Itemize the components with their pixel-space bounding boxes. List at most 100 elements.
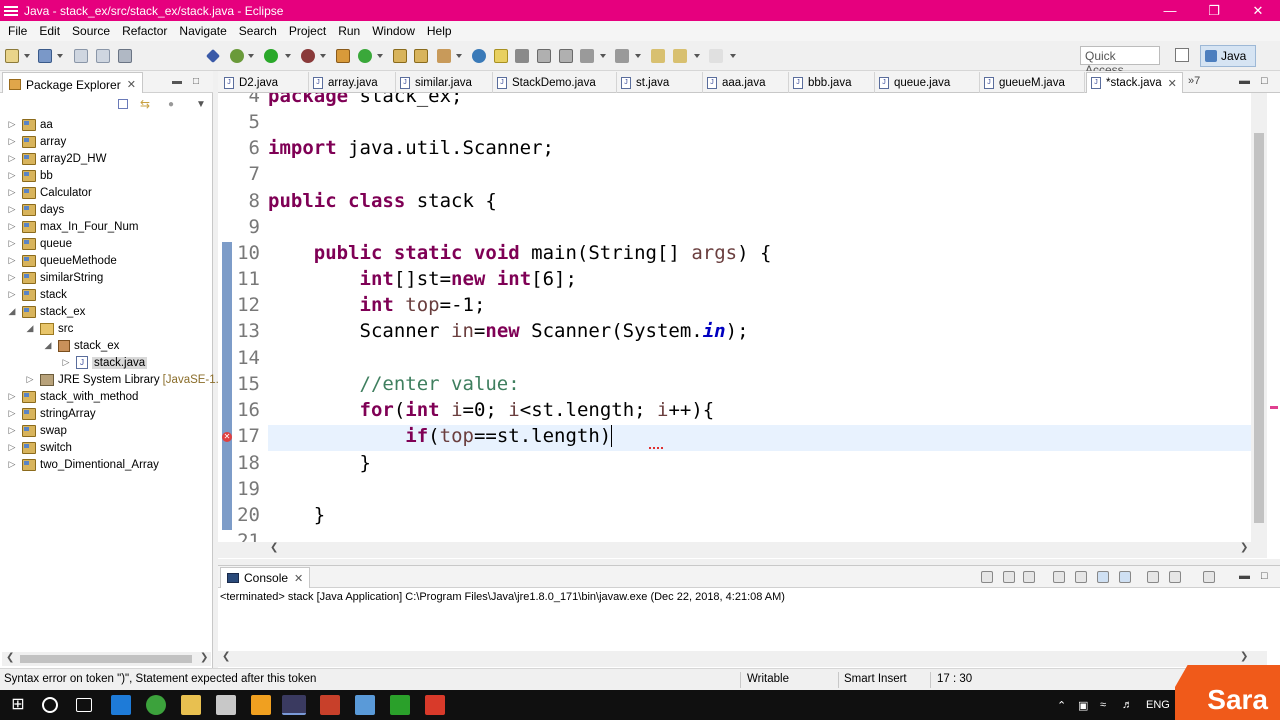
tree-item[interactable]: ▷ stack — [6, 286, 67, 303]
tree-item[interactable]: ▷ switch — [6, 439, 72, 456]
tree-item[interactable]: ◢ stack_ex — [6, 303, 85, 320]
tab-array-java[interactable]: Jarray.java — [309, 72, 396, 93]
tree-item[interactable]: ◢ stack_ex — [42, 337, 119, 354]
scroll-thumb[interactable] — [20, 655, 192, 663]
toggle-block-icon[interactable] — [515, 49, 529, 63]
media-player-icon[interactable] — [251, 695, 271, 715]
tab-stackdemo-java[interactable]: J StackDemo.java — [493, 72, 617, 93]
tab-bbb-java[interactable]: Jbbb.java — [789, 72, 875, 93]
menu-source[interactable]: Source — [66, 24, 116, 38]
menu-navigate[interactable]: Navigate — [173, 24, 232, 38]
tree-item[interactable]: ▷ two_Dimentional_Array — [6, 456, 159, 473]
store-icon[interactable] — [216, 695, 236, 715]
recorder-icon[interactable] — [425, 695, 445, 715]
external-tools-dropdown-icon[interactable] — [320, 54, 326, 58]
tab-queue-java[interactable]: Jqueue.java — [875, 72, 980, 93]
task-view-icon[interactable] — [76, 698, 92, 712]
tab-gueuem-java[interactable]: JgueueM.java — [980, 72, 1085, 93]
filter-icon[interactable]: ● — [168, 99, 178, 110]
open-type-icon[interactable] — [393, 49, 407, 63]
save-all-icon[interactable] — [74, 49, 88, 63]
menu-run[interactable]: Run — [332, 24, 366, 38]
scroll-right-icon[interactable]: ❯ — [1240, 651, 1248, 662]
display-console-icon[interactable] — [1169, 571, 1181, 583]
previous-annotation-icon[interactable] — [615, 49, 629, 63]
file-explorer-icon[interactable] — [181, 695, 201, 715]
view-menu-icon[interactable]: ▼ — [196, 99, 206, 110]
save-dropdown-icon[interactable] — [57, 54, 63, 58]
scroll-right-icon[interactable]: ❯ — [1240, 542, 1248, 553]
scroll-thumb[interactable] — [1254, 133, 1264, 523]
link-with-editor-icon[interactable]: ⇆ — [140, 97, 150, 111]
last-edit-icon[interactable] — [651, 49, 665, 63]
collapse-all-icon[interactable] — [118, 99, 128, 109]
tree-item[interactable]: ▷ queueMethode — [6, 252, 117, 269]
new-dropdown-icon[interactable] — [24, 54, 30, 58]
code-area[interactable]: ✕ 4 5 6 7 8 9 10 11 12 13 14 15 16 17 18… — [218, 93, 1251, 542]
word-wrap-icon[interactable] — [1097, 571, 1109, 583]
menu-edit[interactable]: Edit — [33, 24, 66, 38]
menu-window[interactable]: Window — [366, 24, 421, 38]
powerpoint-icon[interactable] — [320, 695, 340, 715]
forward-dropdown-icon[interactable] — [730, 54, 736, 58]
close-icon[interactable]: ✕ — [127, 78, 136, 91]
open-task-icon[interactable] — [414, 49, 428, 63]
pin-console-icon[interactable] — [1147, 571, 1159, 583]
tree-item[interactable]: ▷ Calculator — [6, 184, 92, 201]
show-on-output-icon[interactable] — [1119, 571, 1131, 583]
tree-item[interactable]: ▷ stringArray — [6, 405, 96, 422]
back-dropdown-icon[interactable] — [694, 54, 700, 58]
clear-console-icon[interactable] — [1053, 571, 1065, 583]
tree-item[interactable]: ▷ aa — [6, 116, 53, 133]
tree-item[interactable]: ▷ queue — [6, 235, 72, 252]
new-java-project-icon[interactable] — [336, 49, 350, 63]
tree-item[interactable]: ▷ JRE System Library [JavaSE-1.8 — [24, 371, 225, 388]
app-icon[interactable] — [355, 695, 375, 715]
tab-similar-java[interactable]: Jsimilar.java — [396, 72, 493, 93]
debug-icon[interactable] — [230, 49, 244, 63]
java-perspective-button[interactable]: Java — [1200, 45, 1256, 67]
tab-stack-java-active[interactable]: J *stack.java ✕ — [1086, 72, 1183, 93]
quick-fix-icon[interactable] — [472, 49, 486, 63]
show-hidden-icons[interactable]: ⌃ — [1057, 699, 1066, 712]
editor-vscroll[interactable] — [1251, 93, 1267, 542]
tree-item[interactable]: ▷ array2D_HW — [6, 150, 106, 167]
cortana-icon[interactable] — [42, 697, 58, 713]
scroll-lock-icon[interactable] — [1075, 571, 1087, 583]
next-annotation-icon[interactable] — [580, 49, 594, 63]
tree-item[interactable]: ◢ src — [24, 320, 73, 337]
remove-all-terminated-icon[interactable] — [1023, 571, 1035, 583]
package-explorer-hscroll[interactable]: ❮ ❯ — [2, 652, 211, 666]
scroll-right-icon[interactable]: ❯ — [200, 652, 208, 663]
save-icon[interactable] — [38, 49, 52, 63]
search-icon[interactable] — [437, 49, 451, 63]
eclipse-menu-icon[interactable] — [4, 5, 18, 16]
show-whitespace-icon[interactable] — [559, 49, 573, 63]
printer-icon[interactable] — [118, 49, 132, 63]
external-tools-icon[interactable] — [301, 49, 315, 63]
wifi-icon[interactable]: ≈ — [1100, 699, 1106, 711]
more-tabs-button[interactable]: »7 — [1188, 75, 1200, 87]
tree-item[interactable]: ▷ days — [6, 201, 64, 218]
new-icon[interactable] — [5, 49, 19, 63]
tab-d2-java[interactable]: J D2.java — [220, 72, 309, 93]
search-dropdown-icon[interactable] — [456, 54, 462, 58]
tab-aaa-java[interactable]: Jaaa.java — [703, 72, 789, 93]
network-icon[interactable]: ▣ — [1078, 699, 1088, 712]
terminate-icon[interactable] — [981, 571, 993, 583]
edge-icon[interactable] — [111, 695, 131, 715]
close-button[interactable]: ✕ — [1236, 0, 1280, 21]
language-indicator[interactable]: ENG — [1146, 699, 1170, 711]
maximize-editor-icon[interactable]: □ — [1261, 75, 1268, 87]
maximize-console-icon[interactable]: □ — [1261, 570, 1268, 582]
eclipse-taskbar-icon[interactable] — [282, 695, 306, 715]
previous-annotation-dropdown-icon[interactable] — [635, 54, 641, 58]
minimize-editor-icon[interactable]: ▬ — [1239, 75, 1250, 87]
error-overview-marker[interactable] — [1270, 406, 1278, 409]
minimize-console-icon[interactable]: ▬ — [1239, 570, 1250, 582]
console-tab[interactable]: Console ✕ — [220, 567, 311, 588]
tree-item[interactable]: ▷ bb — [6, 167, 53, 184]
menu-project[interactable]: Project — [283, 24, 332, 38]
tree-item[interactable]: ▷ swap — [6, 422, 67, 439]
camtasia-icon[interactable] — [390, 695, 410, 715]
